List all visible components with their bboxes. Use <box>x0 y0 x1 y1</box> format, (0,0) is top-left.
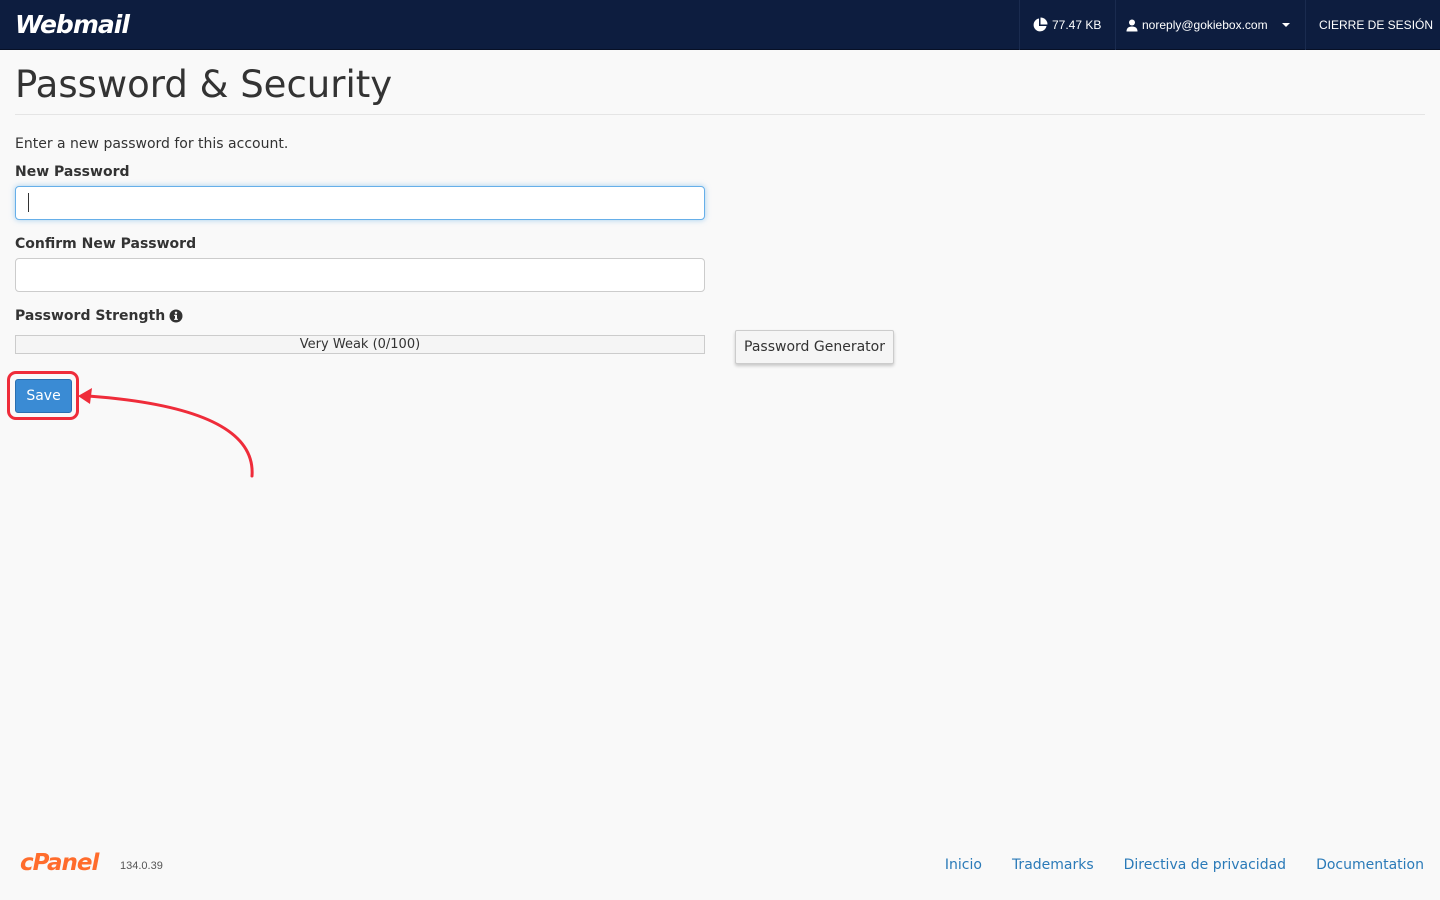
chevron-down-icon <box>1281 23 1290 27</box>
password-strength-text: Very Weak (0/100) <box>299 337 421 352</box>
confirm-password-label-text: Confirm New Password <box>15 236 197 252</box>
logout-label: CIERRE DE SESIÓN <box>1319 18 1434 32</box>
user-menu[interactable]: noreply@gokiebox.com <box>1115 0 1305 50</box>
pie-chart-icon <box>1033 17 1048 32</box>
logout-link[interactable]: CIERRE DE SESIÓN <box>1305 0 1440 50</box>
password-strength-label-text: Password Strength <box>15 308 166 324</box>
intro-text: Enter a new password for this account. <box>15 136 289 152</box>
webmail-logo[interactable]: Webmail <box>15 8 130 42</box>
user-email: noreply@gokiebox.com <box>1142 18 1268 32</box>
cpanel-version: 134.0.39 <box>120 860 163 872</box>
user-icon <box>1126 19 1138 31</box>
footer-link-inicio[interactable]: Inicio <box>945 857 982 873</box>
new-password-input[interactable] <box>15 186 705 220</box>
footer-link-trademarks[interactable]: Trademarks <box>1012 857 1094 873</box>
annotation-highlight-ring <box>7 371 79 420</box>
navbar-right: 77.47 KB noreply@gokiebox.com CIERRE DE … <box>1019 0 1440 50</box>
title-divider <box>15 114 1425 115</box>
confirm-password-label: Confirm New Password <box>15 235 196 253</box>
page-title: Password & Security <box>15 63 393 106</box>
new-password-label: New Password <box>15 163 130 181</box>
footer-link-documentation[interactable]: Documentation <box>1316 857 1424 873</box>
annotation-arrow <box>78 388 254 478</box>
text-cursor <box>28 193 29 212</box>
disk-usage-value: 77.47 KB <box>1052 18 1102 32</box>
footer-links: Inicio Trademarks Directiva de privacida… <box>915 857 1424 873</box>
footer-link-privacy[interactable]: Directiva de privacidad <box>1124 857 1286 873</box>
new-password-label-text: New Password <box>15 164 130 180</box>
info-circle-icon[interactable] <box>169 309 183 323</box>
cpanel-logo[interactable]: cPanel <box>20 849 99 877</box>
top-navbar: Webmail 77.47 KB noreply@gokiebox.com CI… <box>0 0 1440 50</box>
password-strength-label: Password Strength <box>15 307 183 325</box>
password-generator-button[interactable]: Password Generator <box>735 330 894 364</box>
confirm-password-input[interactable] <box>15 258 705 292</box>
disk-usage-indicator[interactable]: 77.47 KB <box>1019 0 1115 50</box>
password-strength-meter: Very Weak (0/100) <box>15 335 705 354</box>
